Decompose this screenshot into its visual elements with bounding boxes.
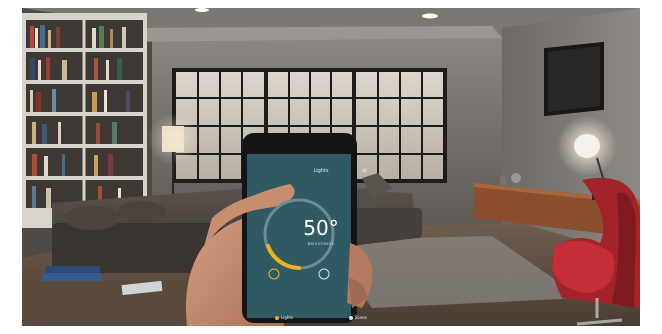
- living-room-photo: Lights ≡ 50° BRIGHTNESS Lights Scene: [22, 8, 640, 326]
- wall-tv: [544, 41, 604, 117]
- phone-screen: [247, 154, 351, 318]
- ceiling-light: [422, 13, 438, 19]
- bookshelf: [22, 13, 147, 228]
- ceiling-light: [195, 8, 209, 12]
